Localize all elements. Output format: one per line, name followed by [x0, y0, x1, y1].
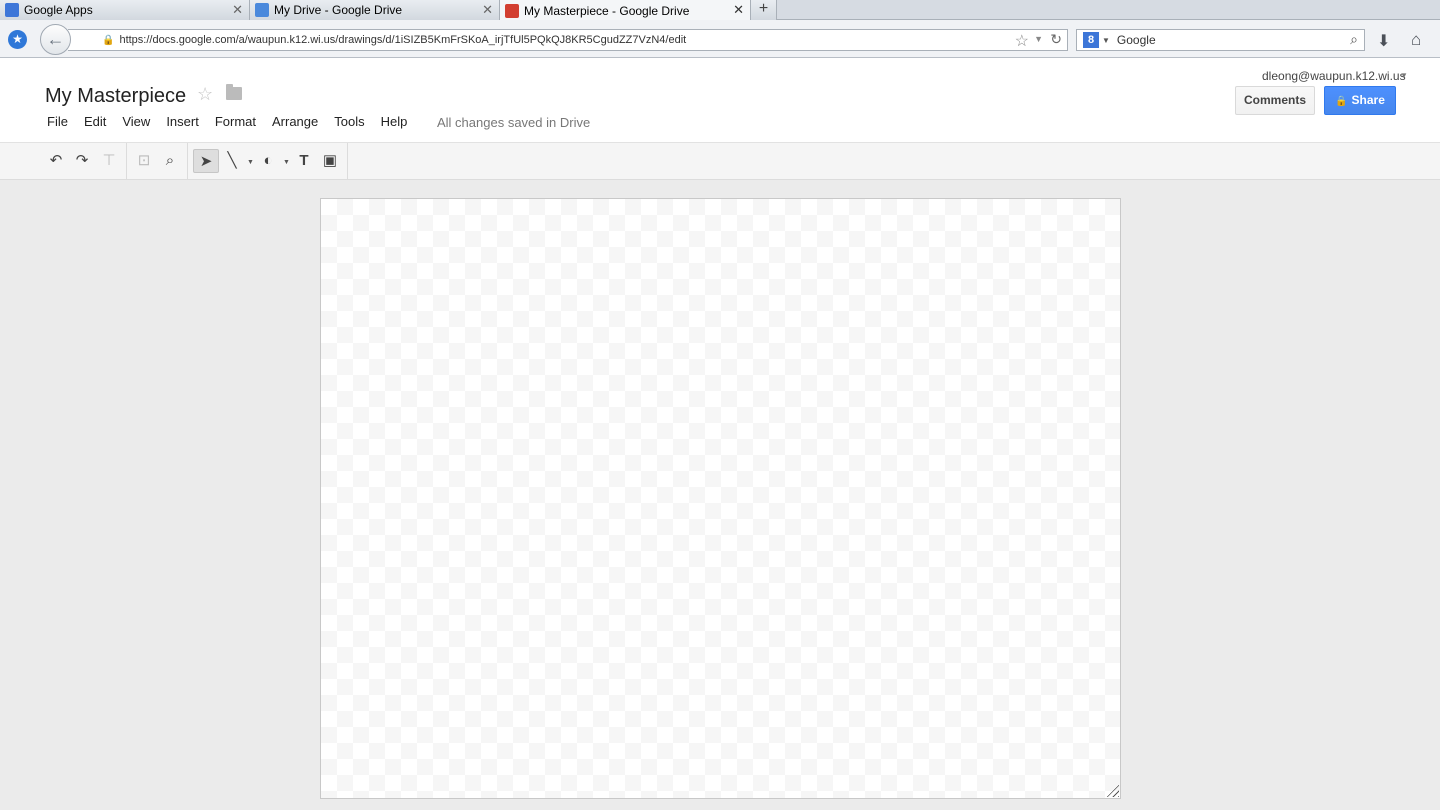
- drive-favicon-icon: [255, 3, 269, 17]
- browser-nav-bar: ★ 🔒 https://docs.google.com/a/waupun.k12…: [0, 20, 1440, 58]
- tab-my-drive[interactable]: My Drive - Google Drive ✕: [250, 0, 500, 20]
- paint-format-icon[interactable]: ⊤: [96, 149, 122, 173]
- bookmark-star-button[interactable]: ★: [8, 30, 27, 49]
- download-icon[interactable]: ⬇: [1377, 31, 1390, 51]
- reload-icon[interactable]: ↻: [1050, 31, 1062, 48]
- tab-title: Google Apps: [24, 3, 93, 17]
- toolbar-divider: [187, 143, 188, 180]
- share-label: Share: [1351, 93, 1385, 107]
- browser-tab-strip: Google Apps ✕ My Drive - Google Drive ✕ …: [0, 0, 1440, 21]
- undo-icon[interactable]: ↶: [43, 149, 69, 173]
- back-button[interactable]: ←: [40, 24, 71, 55]
- search-bar[interactable]: 8 ▼ Google ⌕: [1076, 29, 1365, 51]
- close-icon[interactable]: ✕: [232, 2, 243, 18]
- new-tab-button[interactable]: +: [751, 0, 777, 20]
- zoom-fit-icon[interactable]: ⊡: [131, 149, 157, 173]
- drawing-toolbar: ↶ ↷ ⊤ ⊡ ⌕ ➤ ╲ ▼ ◐ ▼ T ▣: [0, 143, 1440, 180]
- app-header: My Masterpiece ☆ dleong@waupun.k12.wi.us…: [0, 58, 1440, 143]
- document-title[interactable]: My Masterpiece: [45, 85, 186, 108]
- drawings-favicon-icon: [505, 3, 519, 18]
- menu-tools[interactable]: Tools: [334, 114, 364, 134]
- save-status: All changes saved in Drive: [437, 115, 591, 130]
- menu-view[interactable]: View: [122, 114, 150, 134]
- tab-title: My Masterpiece - Google Drive: [524, 3, 690, 18]
- tab-my-masterpiece[interactable]: My Masterpiece - Google Drive ✕: [500, 0, 751, 21]
- tab-google-apps[interactable]: Google Apps ✕: [0, 0, 250, 20]
- lock-icon: 🔒: [102, 34, 115, 46]
- search-engine-icon[interactable]: 8: [1083, 32, 1099, 48]
- menu-format[interactable]: Format: [215, 114, 256, 134]
- resize-handle-icon[interactable]: [1105, 783, 1119, 797]
- star-icon[interactable]: ☆: [197, 84, 213, 105]
- select-arrow-icon[interactable]: ➤: [193, 149, 219, 173]
- menu-arrange[interactable]: Arrange: [272, 114, 318, 134]
- drawing-canvas[interactable]: [320, 198, 1121, 799]
- toolbar-divider: [347, 143, 348, 180]
- redo-icon[interactable]: ↷: [69, 149, 95, 173]
- menu-insert[interactable]: Insert: [166, 114, 199, 134]
- bookmark-star-icon[interactable]: ☆: [1015, 31, 1029, 51]
- address-bar[interactable]: 🔒 https://docs.google.com/a/waupun.k12.w…: [68, 29, 1068, 51]
- shape-icon[interactable]: ◐: [255, 149, 281, 173]
- zoom-icon[interactable]: ⌕: [157, 149, 183, 173]
- chevron-down-icon[interactable]: ▼: [283, 159, 290, 166]
- user-email[interactable]: dleong@waupun.k12.wi.us: [1262, 69, 1406, 83]
- home-icon[interactable]: ⌂: [1411, 30, 1421, 50]
- history-dropdown-icon[interactable]: ▼: [1034, 34, 1043, 44]
- comments-button[interactable]: Comments: [1235, 86, 1315, 115]
- url-text: https://docs.google.com/a/waupun.k12.wi.…: [119, 34, 687, 46]
- chevron-down-icon[interactable]: ▼: [1400, 71, 1408, 80]
- close-icon[interactable]: ✕: [482, 2, 493, 18]
- back-arrow-icon: ←: [46, 29, 65, 49]
- toolbar-divider: [126, 143, 127, 180]
- line-icon[interactable]: ╲: [219, 149, 245, 173]
- search-input[interactable]: Google: [1117, 33, 1156, 47]
- menu-help[interactable]: Help: [381, 114, 408, 134]
- text-box-icon[interactable]: T: [291, 149, 317, 173]
- google-apps-favicon-icon: [5, 3, 19, 17]
- search-icon[interactable]: ⌕: [1350, 31, 1358, 48]
- menu-bar: File Edit View Insert Format Arrange Too…: [47, 114, 423, 134]
- chevron-down-icon[interactable]: ▼: [1102, 36, 1110, 45]
- lock-icon: 🔒: [1335, 96, 1348, 107]
- share-button[interactable]: 🔒 Share: [1324, 86, 1396, 115]
- folder-icon[interactable]: [226, 84, 242, 100]
- menu-edit[interactable]: Edit: [84, 114, 106, 134]
- tab-title: My Drive - Google Drive: [274, 3, 403, 17]
- chevron-down-icon[interactable]: ▼: [247, 159, 254, 166]
- menu-file[interactable]: File: [47, 114, 68, 134]
- close-icon[interactable]: ✕: [733, 2, 744, 18]
- image-icon[interactable]: ▣: [317, 149, 343, 173]
